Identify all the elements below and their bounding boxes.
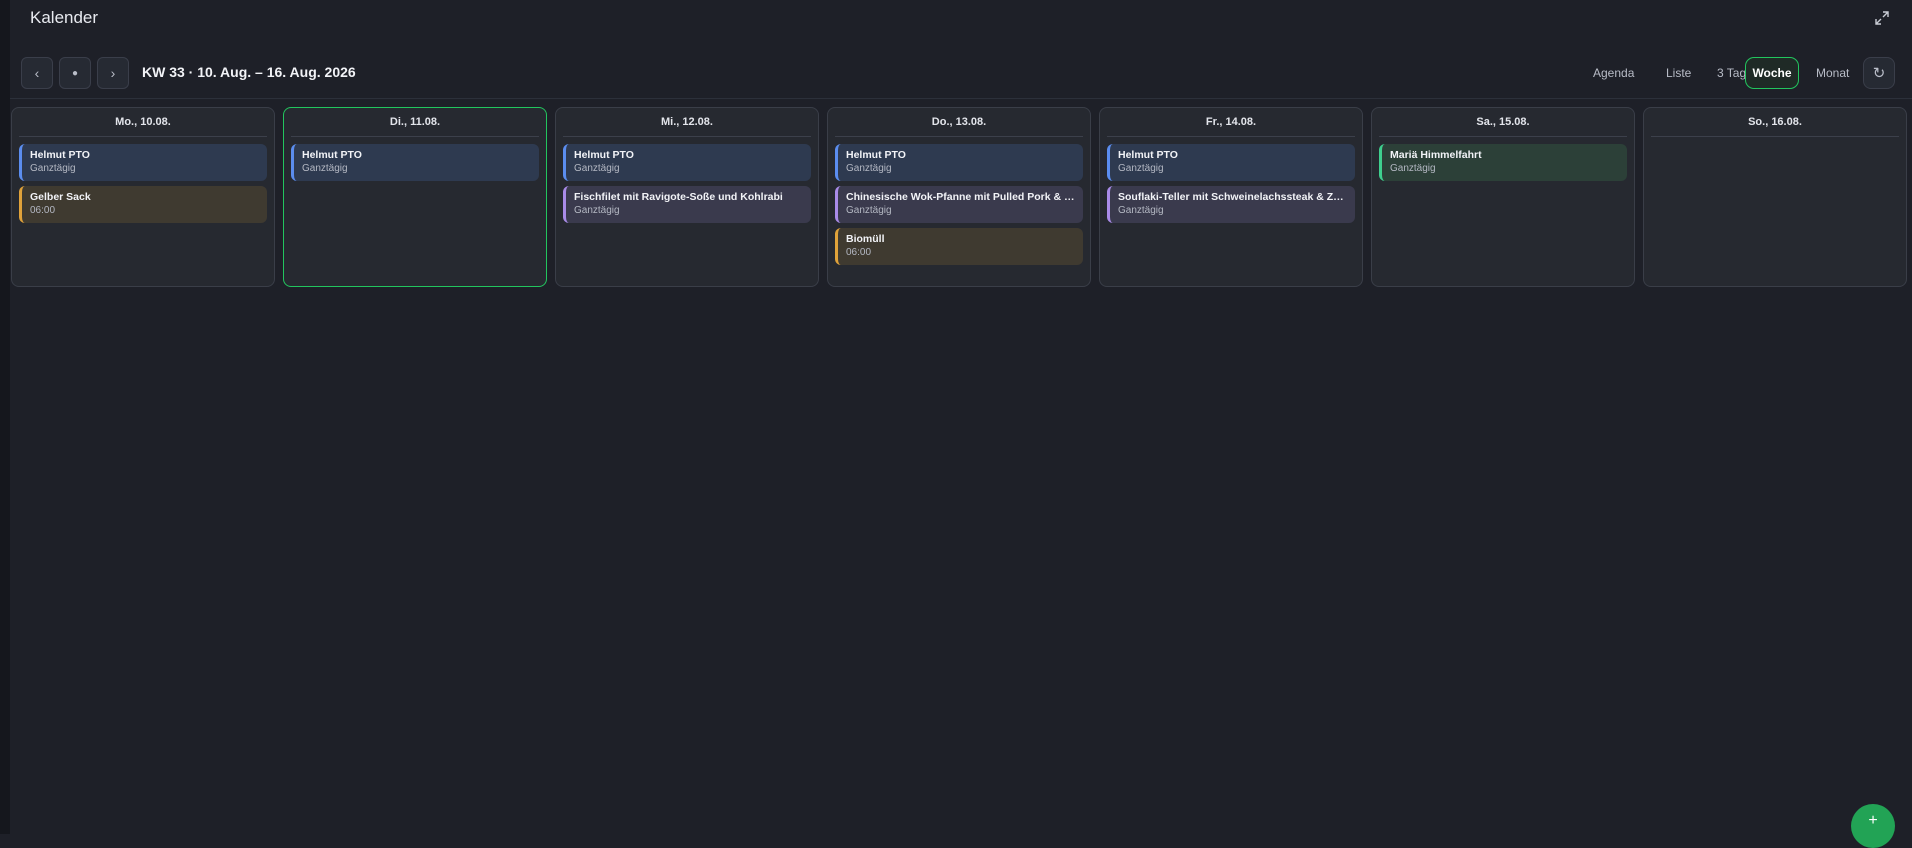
event-card[interactable]: Helmut PTO Ganztägig	[563, 144, 811, 181]
event-title: Chinesische Wok-Pfanne mit Pulled Pork &…	[846, 191, 1075, 203]
event-list: Helmut PTO Ganztägig Gelber Sack 06:00	[12, 137, 274, 223]
event-time: 06:00	[30, 205, 56, 216]
page-title: Kalender	[30, 8, 99, 27]
event-title: Biomüll	[846, 233, 885, 245]
event-time: Ganztägig	[846, 205, 892, 216]
day-column[interactable]: Mo., 10.08. Helmut PTO Ganztägig Gelber Sac…	[11, 107, 275, 287]
event-list: Helmut PTO Ganztägig Fischfilet mit Ravigo…	[556, 137, 818, 223]
expand-button[interactable]	[1870, 8, 1894, 28]
event-title: Helmut PTO	[302, 149, 362, 161]
event-title: Fischfilet mit Ravigote-Soße und Kohlrab…	[574, 191, 783, 203]
day-column[interactable]: Do., 13.08. Helmut PTO Ganztägig Chinesisch…	[827, 107, 1091, 287]
left-strip	[0, 0, 10, 834]
chevron-left-icon: ‹	[34, 65, 40, 81]
event-title: Souflaki-Teller mit Schweinelachssteak &…	[1118, 191, 1347, 203]
toolbar-divider	[10, 98, 1912, 99]
event-card[interactable]: Gelber Sack 06:00	[19, 186, 267, 223]
event-time: 06:00	[846, 247, 872, 258]
event-title: Helmut PTO	[846, 149, 906, 161]
day-column[interactable]: So., 16.08.	[1643, 107, 1907, 287]
event-title: Helmut PTO	[574, 149, 634, 161]
event-title: Mariä Himmelfahrt	[1390, 149, 1482, 161]
event-list	[1644, 137, 1906, 144]
expand-icon	[1875, 11, 1889, 25]
event-time: Ganztägig	[1118, 163, 1164, 174]
view-month-button[interactable]: Monat	[1805, 57, 1860, 89]
event-time: Ganztägig	[302, 163, 348, 174]
view-agenda-button[interactable]: Agenda	[1582, 57, 1645, 89]
event-title: Gelber Sack	[30, 191, 91, 203]
event-time: Ganztägig	[846, 163, 892, 174]
event-card[interactable]: Souflaki-Teller mit Schweinelachssteak &…	[1107, 186, 1355, 223]
event-card[interactable]: Mariä Himmelfahrt Ganztägig	[1379, 144, 1627, 181]
event-card[interactable]: Helmut PTO Ganztägig	[291, 144, 539, 181]
view-week-button[interactable]: Woche	[1745, 57, 1799, 89]
week-title: KW 33 · 10. Aug. – 16. Aug. 2026	[142, 64, 356, 80]
day-column[interactable]: Di., 11.08. Helmut PTO Ganztägig	[283, 107, 547, 287]
chevron-right-icon: ›	[110, 65, 116, 81]
refresh-button[interactable]: ↻	[1863, 57, 1895, 89]
event-card[interactable]: Helmut PTO Ganztägig	[19, 144, 267, 181]
event-time: Ganztägig	[1390, 163, 1436, 174]
day-column[interactable]: Fr., 14.08. Helmut PTO Ganztägig Souflaki-T…	[1099, 107, 1363, 287]
event-list: Helmut PTO Ganztägig	[284, 137, 546, 181]
event-card[interactable]: Fischfilet mit Ravigote-Soße und Kohlrab…	[563, 186, 811, 223]
day-header: Mi., 12.08.	[563, 108, 811, 137]
event-list: Helmut PTO Ganztägig Chinesische Wok-Pfann…	[828, 137, 1090, 265]
event-card[interactable]: Chinesische Wok-Pfanne mit Pulled Pork &…	[835, 186, 1083, 223]
day-header: Fr., 14.08.	[1107, 108, 1355, 137]
day-column[interactable]: Sa., 15.08. Mariä Himmelfahrt Ganztägig	[1371, 107, 1635, 287]
event-list: Mariä Himmelfahrt Ganztägig	[1372, 137, 1634, 181]
event-card[interactable]: Helmut PTO Ganztägig	[1107, 144, 1355, 181]
event-time: Ganztägig	[1118, 205, 1164, 216]
plus-icon: +	[1868, 812, 1878, 829]
event-title: Helmut PTO	[1118, 149, 1178, 161]
dot-icon: ●	[71, 67, 79, 79]
day-header: Do., 13.08.	[835, 108, 1083, 137]
day-header: Di., 11.08.	[291, 108, 539, 137]
event-list: Helmut PTO Ganztägig Souflaki-Teller mit S…	[1100, 137, 1362, 223]
next-week-button[interactable]: ›	[97, 57, 129, 89]
today-button[interactable]: ●	[59, 57, 91, 89]
day-header: Sa., 15.08.	[1379, 108, 1627, 137]
prev-week-button[interactable]: ‹	[21, 57, 53, 89]
refresh-icon: ↻	[1872, 65, 1886, 82]
event-time: Ganztägig	[30, 163, 76, 174]
event-title: Helmut PTO	[30, 149, 90, 161]
day-header: So., 16.08.	[1651, 108, 1899, 137]
add-event-button[interactable]: +	[1851, 804, 1895, 848]
day-column[interactable]: Mi., 12.08. Helmut PTO Ganztägig Fischfilet…	[555, 107, 819, 287]
event-time: Ganztägig	[574, 205, 620, 216]
day-header: Mo., 10.08.	[19, 108, 267, 137]
event-card[interactable]: Biomüll 06:00	[835, 228, 1083, 265]
view-list-button[interactable]: Liste	[1655, 57, 1702, 89]
event-card[interactable]: Helmut PTO Ganztägig	[835, 144, 1083, 181]
event-time: Ganztägig	[574, 163, 620, 174]
